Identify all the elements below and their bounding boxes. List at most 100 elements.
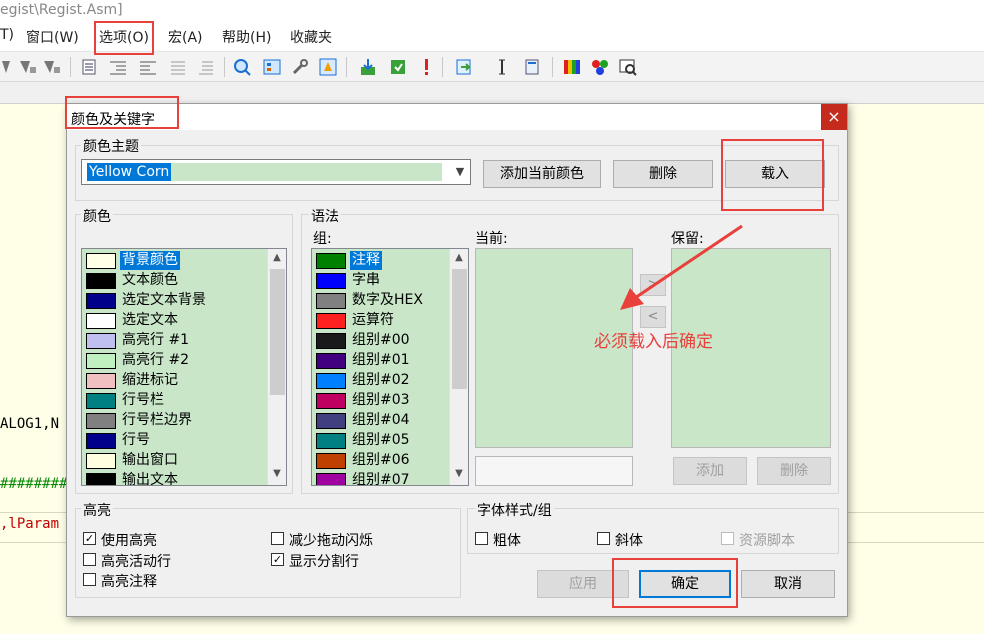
toolbar-separator bbox=[224, 57, 225, 77]
bold-checkbox[interactable]: 粗体 bbox=[475, 530, 555, 549]
export-icon[interactable] bbox=[454, 57, 474, 77]
comment-icon[interactable] bbox=[168, 57, 188, 77]
list-item[interactable]: 数字及HEX bbox=[314, 291, 468, 311]
list-item[interactable]: 输出窗口 bbox=[84, 451, 286, 471]
close-button[interactable]: × bbox=[821, 104, 847, 130]
color-theme-combo[interactable]: Yellow Corn ▼ bbox=[81, 159, 471, 185]
code-line: ALOG1,N bbox=[0, 416, 60, 432]
add-keyword-button[interactable]: 添加 bbox=[673, 457, 747, 485]
delete-keyword-button[interactable]: 删除 bbox=[757, 457, 831, 485]
list-item[interactable]: 行号栏边界 bbox=[84, 411, 286, 431]
list-item[interactable]: 组别#07 bbox=[314, 471, 468, 485]
document-icon[interactable] bbox=[522, 57, 542, 77]
list-item[interactable]: 缩进标记 bbox=[84, 371, 286, 391]
menu-item-macro[interactable]: 宏(A) bbox=[168, 27, 203, 47]
paste-icon[interactable] bbox=[80, 57, 100, 77]
list-item[interactable]: 高亮行 #2 bbox=[84, 351, 286, 371]
scroll-down-icon[interactable]: ▼ bbox=[268, 465, 286, 483]
menu-item-options[interactable]: 选项(O) bbox=[99, 27, 149, 47]
colors-list[interactable]: 背景颜色 文本颜色 选定文本背景 选定文本 高亮行 #1 高亮行 #2 缩进标记… bbox=[81, 248, 287, 486]
menu-item-help[interactable]: 帮助(H) bbox=[222, 27, 271, 47]
toolbar-separator bbox=[552, 57, 553, 77]
color-keyword-dialog: 颜色及关键字 × 颜色主题 Yellow Corn ▼ 添加当前颜色 删除 载入… bbox=[66, 103, 848, 617]
tools-icon[interactable] bbox=[290, 57, 310, 77]
list-item[interactable]: 输出文本 bbox=[84, 471, 286, 485]
format-icon[interactable] bbox=[42, 57, 62, 77]
list-item[interactable]: 运算符 bbox=[314, 311, 468, 331]
colors-scrollbar[interactable]: ▲ ▼ bbox=[267, 249, 286, 485]
current-list-label: 当前: bbox=[475, 231, 508, 247]
code-line: ,lParam bbox=[0, 516, 60, 532]
color-swatch bbox=[316, 473, 346, 485]
load-theme-button[interactable]: 载入 bbox=[725, 160, 825, 188]
resource-script-checkbox[interactable]: 资源脚本 bbox=[721, 530, 821, 549]
list-item[interactable]: 组别#06 bbox=[314, 451, 468, 471]
properties-icon[interactable] bbox=[262, 57, 282, 77]
color-swatch bbox=[86, 293, 116, 309]
rgb-dots-icon[interactable] bbox=[590, 57, 610, 77]
scroll-thumb[interactable] bbox=[452, 269, 467, 389]
list-item[interactable]: 组别#05 bbox=[314, 431, 468, 451]
color-swatch bbox=[86, 413, 116, 429]
list-item[interactable]: 组别#04 bbox=[314, 411, 468, 431]
list-item[interactable]: 选定文本 bbox=[84, 311, 286, 331]
apply-button[interactable]: 应用 bbox=[537, 570, 629, 598]
color-bars-icon[interactable] bbox=[562, 57, 582, 77]
list-item[interactable]: 行号栏 bbox=[84, 391, 286, 411]
exclamation-icon[interactable] bbox=[416, 57, 436, 77]
syntax-group-label: 语法 bbox=[309, 206, 341, 226]
color-swatch bbox=[316, 433, 346, 449]
keyword-input[interactable] bbox=[475, 456, 633, 486]
chevron-down-icon[interactable]: ▼ bbox=[452, 163, 468, 181]
list-item[interactable]: 组别#02 bbox=[314, 371, 468, 391]
options-icon[interactable] bbox=[318, 57, 338, 77]
add-current-color-button[interactable]: 添加当前颜色 bbox=[483, 160, 601, 188]
list-item[interactable]: 组别#01 bbox=[314, 351, 468, 371]
indent-icon[interactable] bbox=[108, 57, 128, 77]
ok-button[interactable]: 确定 bbox=[639, 570, 731, 598]
scroll-down-icon[interactable]: ▼ bbox=[450, 465, 468, 483]
list-item[interactable]: 选定文本背景 bbox=[84, 291, 286, 311]
menu-item-t[interactable]: T) bbox=[0, 27, 14, 43]
uncomment-icon[interactable] bbox=[196, 57, 216, 77]
format-icon[interactable] bbox=[18, 57, 38, 77]
color-theme-group-label: 颜色主题 bbox=[81, 136, 141, 156]
delete-theme-button[interactable]: 删除 bbox=[613, 160, 713, 188]
reduce-flicker-checkbox[interactable]: 减少拖动闪烁 bbox=[271, 530, 411, 549]
color-swatch bbox=[86, 373, 116, 389]
zoom-window-icon[interactable] bbox=[618, 57, 638, 77]
close-icon: × bbox=[827, 107, 841, 126]
text-cursor-icon[interactable] bbox=[492, 57, 512, 77]
cancel-button[interactable]: 取消 bbox=[741, 570, 835, 598]
build-icon[interactable] bbox=[358, 57, 378, 77]
list-item[interactable]: 文本颜色 bbox=[84, 271, 286, 291]
use-highlight-checkbox[interactable]: ✓ 使用高亮 bbox=[83, 530, 203, 549]
format-icon[interactable] bbox=[0, 57, 20, 77]
scroll-up-icon[interactable]: ▲ bbox=[268, 249, 286, 267]
search-icon[interactable] bbox=[232, 57, 252, 77]
color-swatch bbox=[316, 333, 346, 349]
dialog-titlebar[interactable]: 颜色及关键字 × bbox=[67, 104, 847, 130]
syntax-scrollbar[interactable]: ▲ ▼ bbox=[449, 249, 468, 485]
menu-item-favorites[interactable]: 收藏夹 bbox=[290, 27, 332, 47]
list-item[interactable]: 行号 bbox=[84, 431, 286, 451]
list-item[interactable]: 组别#03 bbox=[314, 391, 468, 411]
compile-icon[interactable] bbox=[388, 57, 408, 77]
toolbar-separator bbox=[442, 57, 443, 77]
highlight-comment-checkbox[interactable]: 高亮注释 bbox=[83, 571, 203, 590]
italic-checkbox[interactable]: 斜体 bbox=[597, 530, 677, 549]
list-item[interactable]: 组别#00 bbox=[314, 331, 468, 351]
tab-strip bbox=[0, 82, 984, 104]
menu-item-window[interactable]: 窗口(W) bbox=[26, 27, 79, 47]
color-swatch bbox=[316, 453, 346, 469]
list-item[interactable]: 字串 bbox=[314, 271, 468, 291]
outdent-icon[interactable] bbox=[138, 57, 158, 77]
list-item[interactable]: 注释 bbox=[314, 251, 468, 271]
show-splitter-checkbox[interactable]: ✓ 显示分割行 bbox=[271, 551, 411, 570]
list-item[interactable]: 背景颜色 bbox=[84, 251, 286, 271]
list-item[interactable]: 高亮行 #1 bbox=[84, 331, 286, 351]
highlight-active-line-checkbox[interactable]: 高亮活动行 bbox=[83, 551, 203, 570]
scroll-up-icon[interactable]: ▲ bbox=[450, 249, 468, 267]
scroll-thumb[interactable] bbox=[270, 269, 285, 395]
syntax-groups-list[interactable]: 注释 字串 数字及HEX 运算符 组别#00 组别#01 组别#02 组别#03… bbox=[311, 248, 469, 486]
